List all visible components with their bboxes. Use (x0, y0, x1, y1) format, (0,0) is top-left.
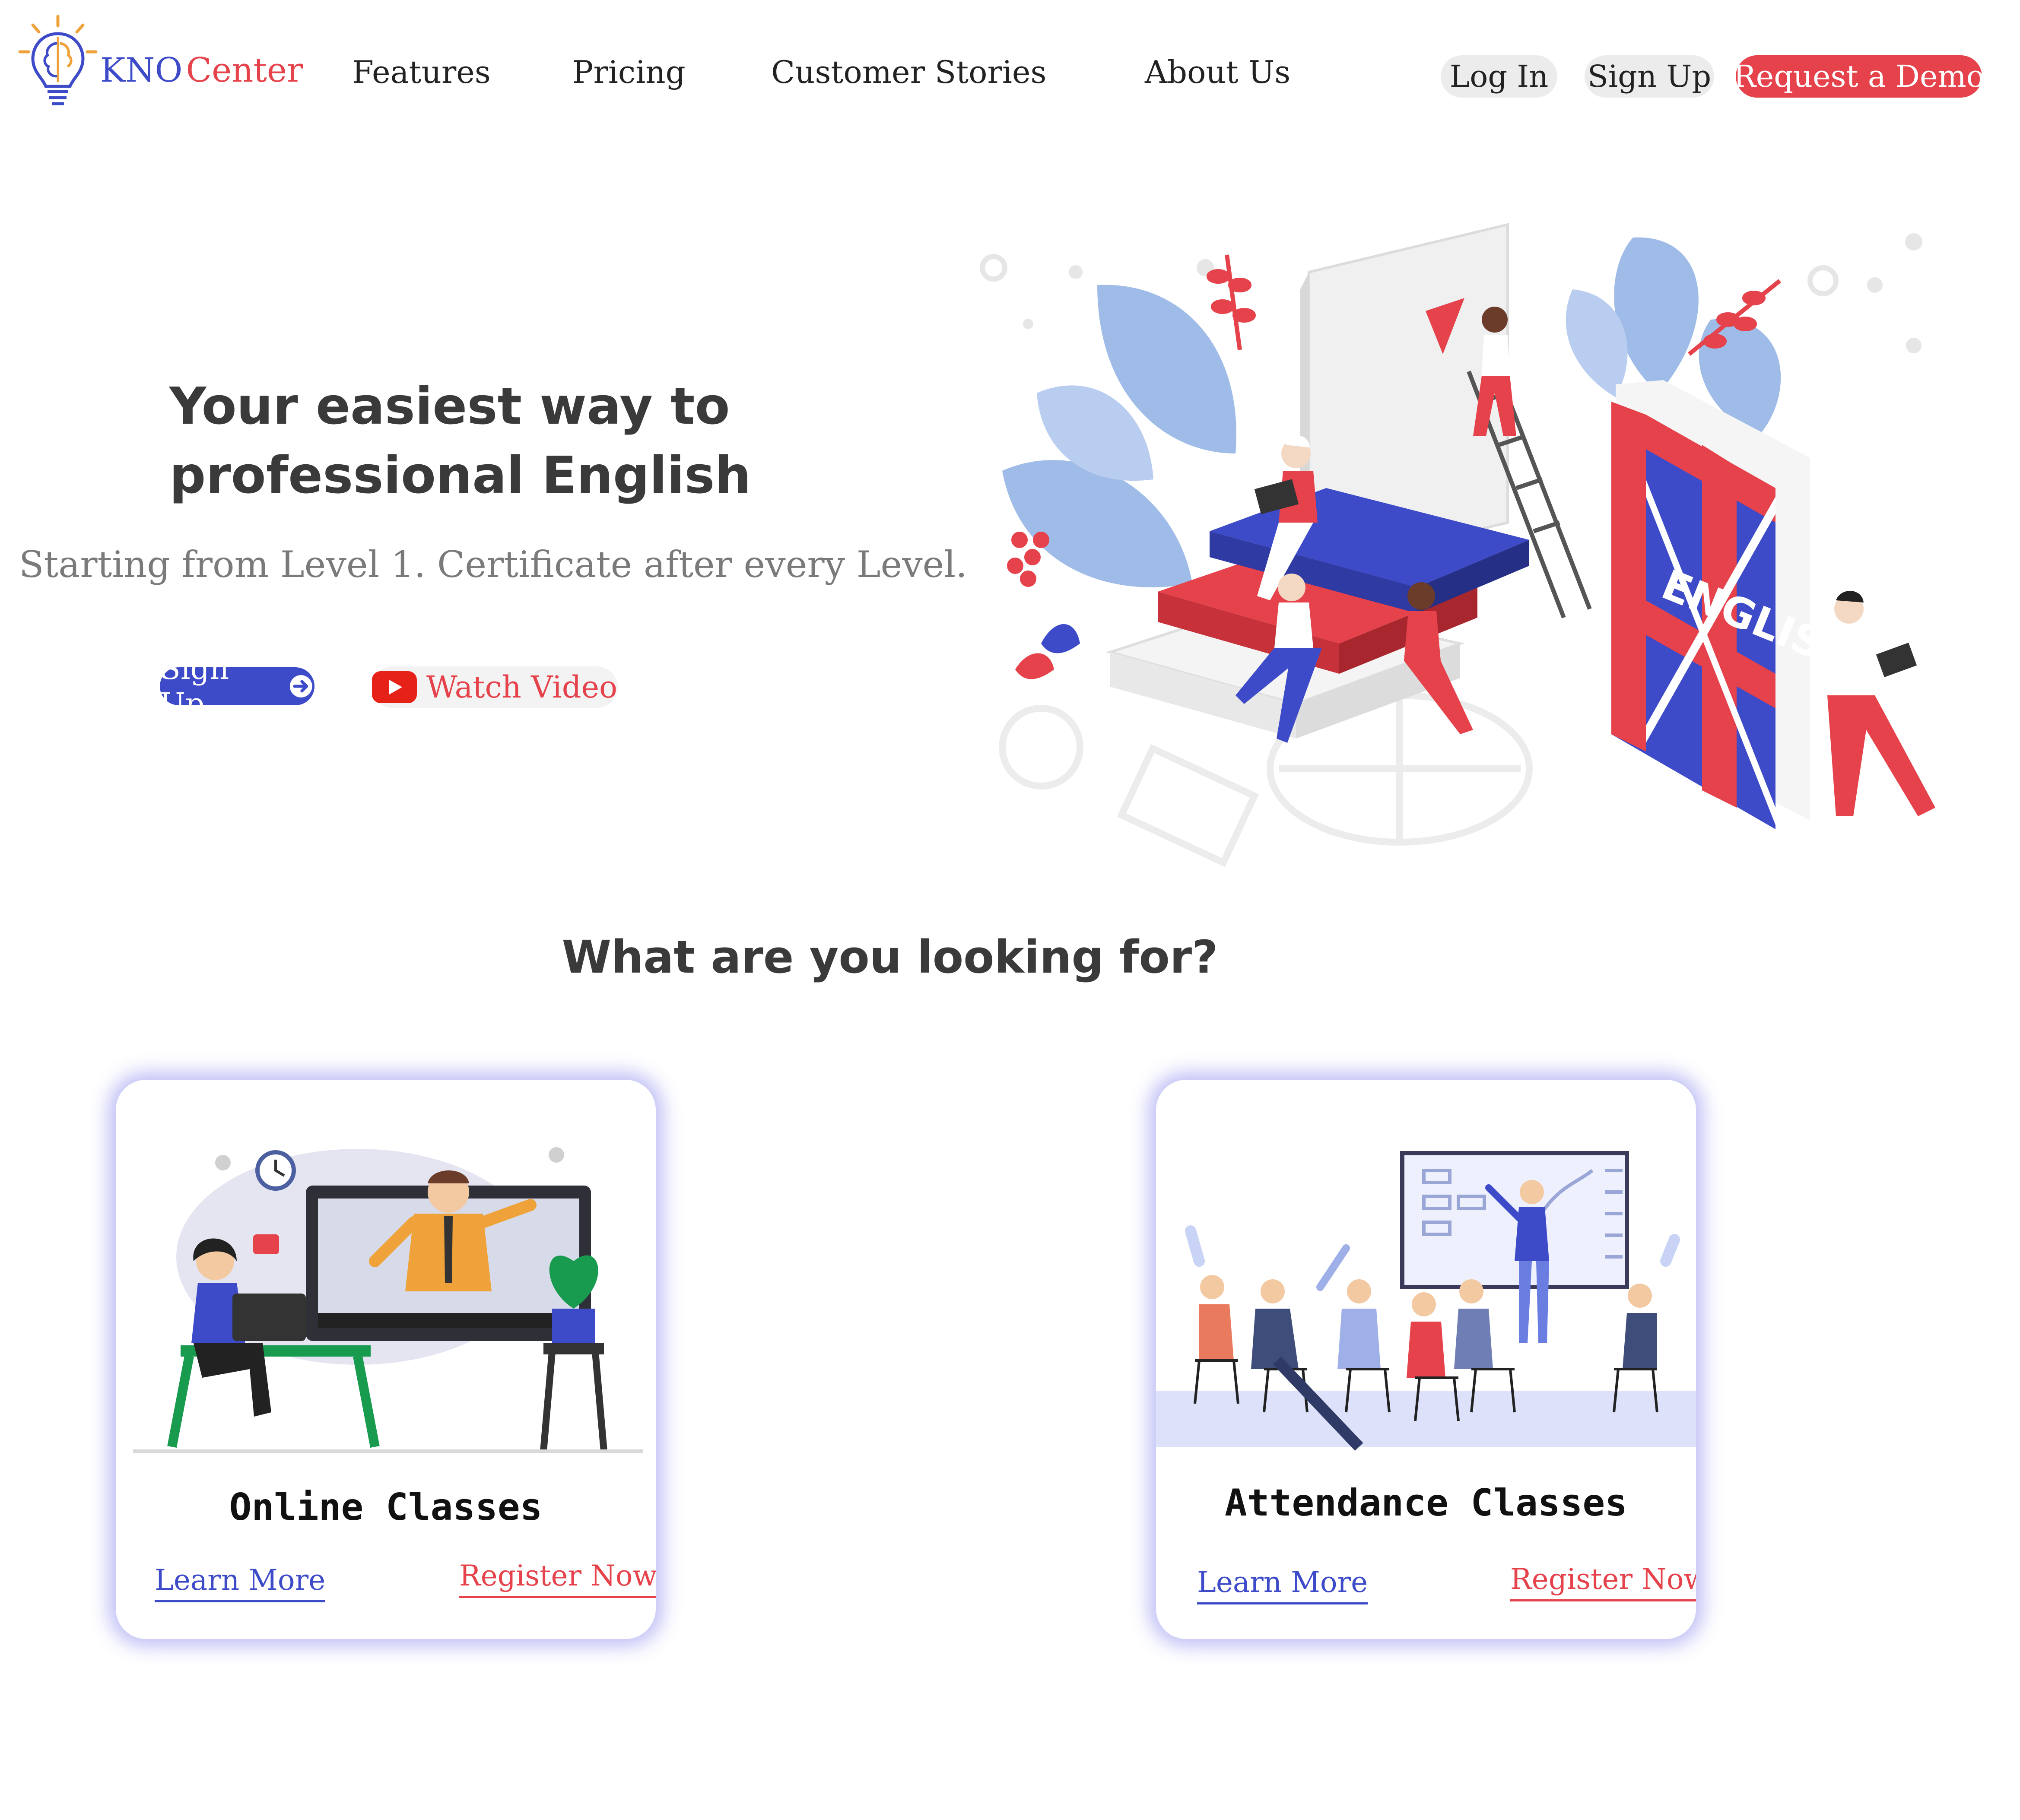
register-now-link[interactable]: Register Now (1510, 1563, 1696, 1601)
nav-pricing[interactable]: Pricing (572, 54, 686, 90)
watch-video-button[interactable]: Watch Video (372, 666, 618, 708)
section-title: What are you looking for? (562, 931, 1218, 983)
login-button[interactable]: Log In (1441, 55, 1557, 98)
brand-center: Center (186, 51, 303, 90)
hero-title-line2: professional English (169, 445, 751, 505)
nav-about-us[interactable]: About Us (1145, 54, 1290, 90)
brand-name[interactable]: KNO Center (100, 51, 303, 90)
learn-more-link[interactable]: Learn More (155, 1563, 326, 1602)
youtube-play-icon (372, 671, 417, 703)
signup-button[interactable]: Sign Up (1585, 55, 1714, 98)
nav-features[interactable]: Features (352, 54, 491, 90)
nav-customer-stories[interactable]: Customer Stories (771, 54, 1047, 90)
hero-illustration: ENGLISH (980, 223, 1935, 867)
learn-more-link[interactable]: Learn More (1197, 1566, 1368, 1604)
hero-subtitle: Starting from Level 1. Certificate after… (19, 543, 967, 586)
hero-signup-label: Sign Up (160, 651, 229, 722)
attendance-classes-card: Attendance Classes Learn More Register N… (1156, 1080, 1696, 1639)
hero-title-line1: Your easiest way to (169, 376, 730, 436)
attendance-classes-illustration (1156, 1151, 1696, 1451)
hero-title: Your easiest way to professional English (169, 371, 904, 510)
arrow-right-icon (290, 675, 313, 698)
card-title: Attendance Classes (1225, 1481, 1627, 1525)
watch-video-label: Watch Video (426, 669, 618, 705)
brand-kno: KNO (100, 51, 183, 90)
online-classes-card: Online Classes Learn More Register Now (116, 1080, 656, 1639)
hero-signup-button[interactable]: Sign Up (160, 651, 314, 722)
register-now-link[interactable]: Register Now (459, 1559, 656, 1598)
card-title: Online Classes (229, 1486, 543, 1529)
request-demo-button[interactable]: Request a Demo (1733, 55, 1985, 98)
online-classes-illustration (133, 1147, 643, 1453)
